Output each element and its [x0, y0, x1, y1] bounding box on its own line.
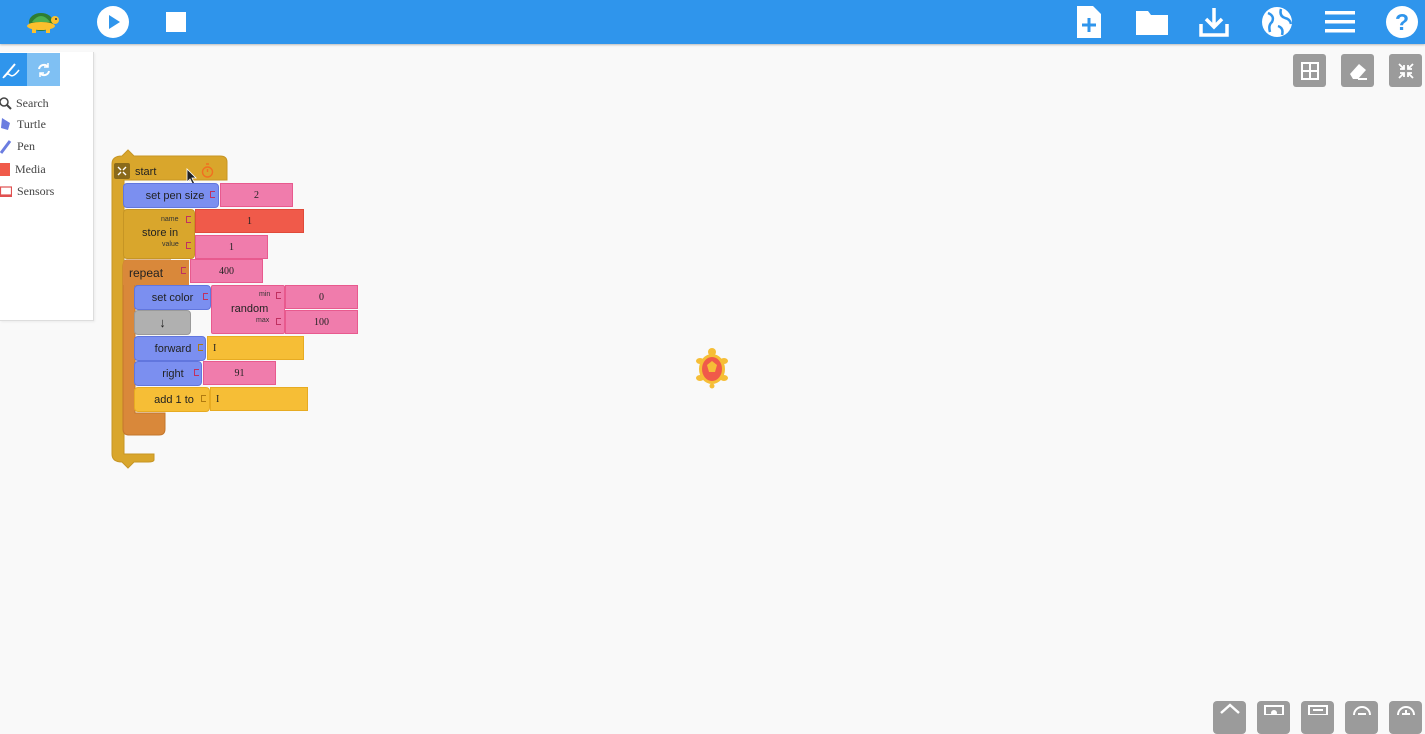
zoom-in-icon[interactable]	[1389, 701, 1422, 734]
top-toolbar: ?	[0, 0, 1425, 44]
repeat-count-value[interactable]: 400	[190, 259, 263, 283]
add-1-to-label: add 1 to	[154, 393, 194, 406]
save-download-icon[interactable]	[1194, 2, 1234, 42]
refresh-icon[interactable]	[27, 53, 60, 86]
repeat-block-label: repeat	[129, 265, 164, 280]
zoom-out-icon[interactable]	[1345, 701, 1378, 734]
add-1-to-value[interactable]: I	[210, 387, 308, 411]
pen-down-label: ↓	[159, 315, 166, 330]
block-connector	[198, 344, 203, 351]
turtle-sprite-icon[interactable]	[695, 347, 729, 389]
turtle-logo-icon[interactable]	[22, 2, 62, 42]
set-pen-size-block[interactable]: set pen size	[123, 183, 219, 208]
add-1-to-block[interactable]: add 1 to	[134, 387, 210, 412]
start-icon	[114, 163, 130, 179]
grid-icon[interactable]	[1293, 54, 1326, 87]
svg-text:?: ?	[1395, 9, 1409, 35]
open-folder-icon[interactable]	[1132, 2, 1172, 42]
block-palette: Search Turtle Pen Media Sensors	[0, 52, 94, 321]
help-icon[interactable]: ?	[1382, 2, 1422, 42]
store-in-name-value[interactable]: 1	[195, 209, 304, 233]
expand-icon[interactable]	[1301, 701, 1334, 734]
block-connector	[186, 242, 191, 249]
forward-value[interactable]: I	[207, 336, 304, 360]
palette-item-label: Media	[15, 161, 46, 176]
random-min-label: min	[259, 291, 271, 298]
palette-item-label: Search	[16, 95, 49, 110]
eraser-icon[interactable]	[1341, 54, 1374, 87]
random-label: random	[231, 302, 269, 315]
stop-icon[interactable]	[156, 2, 196, 42]
block-connector	[276, 318, 281, 325]
collapse-icon[interactable]	[1389, 54, 1422, 87]
palette-item-turtle[interactable]: Turtle	[0, 114, 46, 134]
block-connector	[194, 369, 199, 376]
store-in-value-value[interactable]: 1	[195, 235, 268, 259]
start-block-label: start	[135, 166, 157, 178]
palette-item-label: Turtle	[17, 116, 46, 131]
random-max-value[interactable]: 100	[285, 310, 358, 334]
block-connector	[203, 293, 208, 300]
planet-icon[interactable]	[1257, 2, 1297, 42]
block-connector	[186, 216, 191, 223]
pen-icon	[0, 140, 12, 154]
set-color-label: set color	[151, 291, 194, 304]
forward-label: forward	[154, 342, 192, 355]
block-connector	[210, 191, 215, 198]
block-connector	[276, 292, 281, 299]
palette-item-pen[interactable]: Pen	[0, 136, 35, 156]
palette-item-label: Pen	[17, 138, 35, 153]
palette-item-sensors[interactable]: Sensors	[0, 181, 54, 201]
pen-down-block[interactable]: ↓	[134, 310, 191, 335]
block-connector	[201, 395, 206, 402]
right-label: right	[162, 367, 184, 380]
palette-item-label: Sensors	[17, 183, 55, 198]
run-icon[interactable]	[93, 2, 133, 42]
random-min-value[interactable]: 0	[285, 285, 358, 309]
store-in-name-label: name	[161, 216, 179, 223]
block-connector	[181, 267, 186, 274]
palette-item-search[interactable]: Search	[0, 93, 49, 113]
store-in-value-label: value	[162, 241, 179, 248]
set-pen-size-label: set pen size	[145, 189, 205, 202]
sensors-icon	[0, 185, 13, 197]
pen-size-value[interactable]: 2	[220, 183, 293, 207]
forward-block[interactable]: forward	[134, 336, 206, 361]
timer-icon	[201, 162, 215, 178]
right-block[interactable]: right	[134, 361, 202, 386]
menu-icon[interactable]	[1320, 2, 1360, 42]
brush-icon[interactable]	[0, 53, 27, 86]
search-icon	[0, 97, 12, 110]
right-value[interactable]: 91	[203, 361, 276, 385]
new-project-icon[interactable]	[1069, 2, 1109, 42]
home-icon[interactable]	[1213, 701, 1246, 734]
show-blocks-icon[interactable]	[1257, 701, 1290, 734]
media-icon	[0, 162, 10, 176]
store-in-label: store in	[142, 227, 179, 239]
set-color-block[interactable]: set color	[134, 285, 211, 310]
palette-item-media[interactable]: Media	[0, 159, 46, 179]
random-max-label: max	[256, 317, 270, 324]
turtle-icon	[0, 118, 12, 130]
